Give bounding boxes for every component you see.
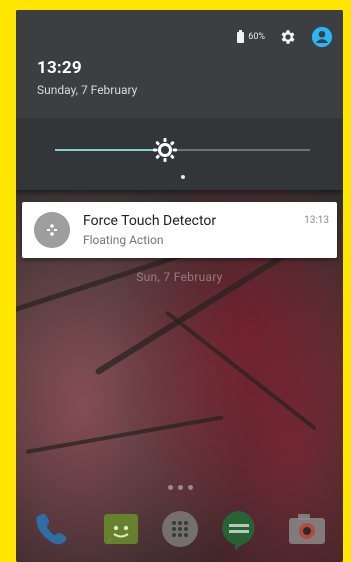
account-avatar-icon[interactable] [311, 26, 333, 48]
messaging-icon[interactable] [98, 506, 144, 552]
app-touch-icon [34, 212, 70, 248]
page-dot [168, 485, 173, 490]
wallpaper-branch [25, 415, 224, 454]
battery-percentage: 60% [248, 32, 265, 42]
dock [16, 506, 343, 554]
app-drawer-icon[interactable] [157, 506, 203, 552]
camera-icon[interactable] [284, 506, 330, 552]
notification-time: 13:13 [304, 215, 329, 226]
notification-card[interactable]: Force Touch Detector Floating Action 13:… [22, 202, 337, 258]
page-dot [188, 485, 193, 490]
notification-subtitle: Floating Action [83, 233, 164, 247]
hangouts-icon[interactable] [216, 506, 262, 552]
brightness-slider[interactable] [55, 137, 310, 163]
page-dot [178, 485, 183, 490]
status-icons: 60% [237, 26, 333, 48]
quick-settings-header: 60% 13:29 Sunday, 7 February [16, 10, 343, 118]
notification-title: Force Touch Detector [83, 213, 217, 229]
wallpaper-date: Sun, 7 February [136, 270, 223, 284]
phone-icon[interactable] [30, 506, 76, 552]
wallpaper-branch [164, 310, 317, 431]
phone-screen: Sun, 7 February 60% 13:29 Sunday, 7 Febr… [16, 10, 343, 562]
clock-time: 13:29 [37, 58, 82, 78]
brightness-fill [55, 149, 165, 151]
battery-indicator: 60% [237, 29, 265, 43]
quick-settings-panel: 60% 13:29 Sunday, 7 February [16, 10, 343, 190]
clock-date: Sunday, 7 February [37, 83, 138, 97]
settings-gear-icon[interactable] [279, 28, 297, 46]
home-page-indicator [168, 485, 193, 490]
battery-icon [237, 29, 245, 43]
page-indicator-dot [181, 175, 185, 179]
brightness-icon[interactable] [152, 137, 178, 163]
